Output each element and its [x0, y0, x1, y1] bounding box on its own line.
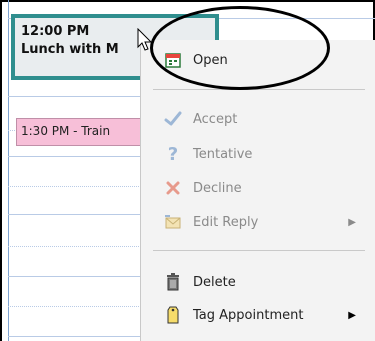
submenu-arrow-icon: ▶: [348, 309, 356, 321]
x-icon: [163, 178, 183, 198]
menu-item-label: Accept: [193, 111, 238, 127]
question-mark-icon: ?: [167, 143, 179, 165]
mouse-cursor-icon: [137, 28, 153, 51]
menu-item-label: Tentative: [193, 146, 253, 162]
menu-item-label: Edit Reply: [193, 214, 259, 230]
menu-item-delete[interactable]: Delete: [141, 268, 375, 296]
envelope-icon: [163, 212, 183, 232]
trash-icon: [163, 272, 183, 292]
submenu-arrow-icon: ▶: [348, 216, 356, 228]
annotation-ellipse: [150, 6, 330, 90]
tag-icon: [163, 305, 183, 325]
menu-item-label: Decline: [193, 180, 242, 196]
appointment-training[interactable]: 1:30 PM - Train: [16, 118, 156, 146]
checkmark-icon: [163, 109, 183, 129]
menu-separator: [153, 89, 365, 90]
menu-item-label: Tag Appointment: [193, 307, 304, 323]
menu-item-label: Delete: [193, 274, 236, 290]
time-gutter-line: [8, 0, 9, 341]
frame-border-top: [0, 0, 375, 2]
menu-item-decline[interactable]: Decline: [141, 174, 375, 202]
menu-item-edit-reply[interactable]: Edit Reply ▶: [141, 208, 375, 236]
menu-separator: [153, 250, 365, 251]
frame-border-left: [0, 0, 2, 341]
menu-item-tag-appointment[interactable]: Tag Appointment ▶: [141, 301, 375, 329]
menu-item-tentative[interactable]: ? Tentative: [141, 140, 375, 168]
menu-item-accept[interactable]: Accept: [141, 105, 375, 133]
